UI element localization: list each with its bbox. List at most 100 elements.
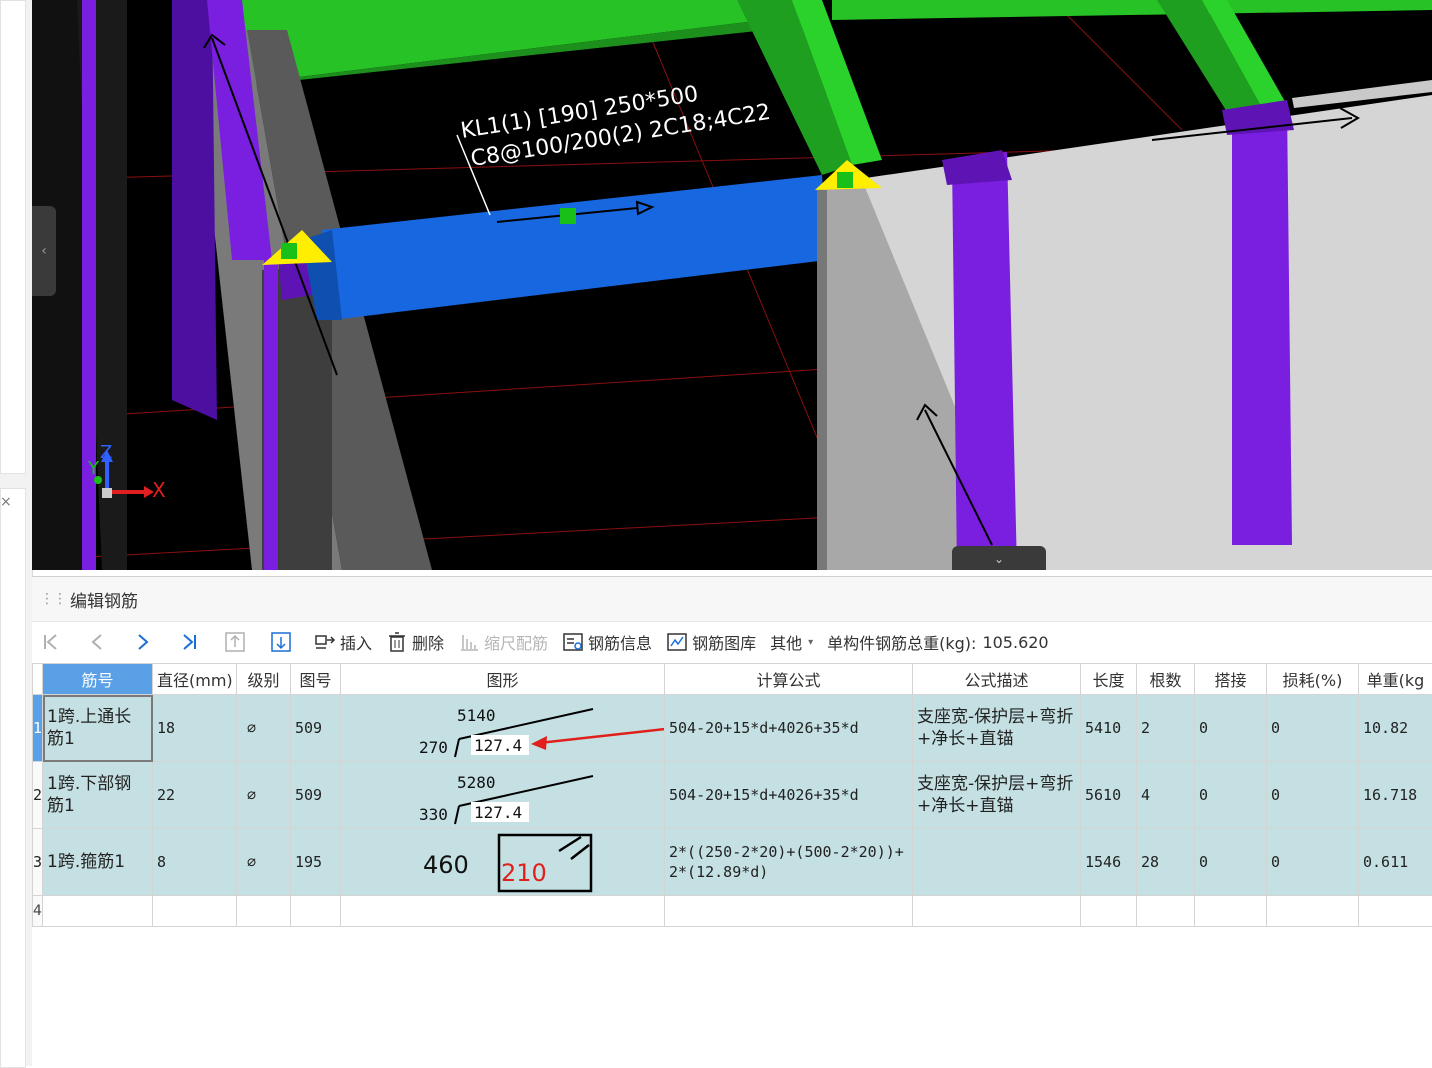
table-row[interactable]: 1 1跨.上通长筋1 18 ⌀ 509 5140 270 127.4 504-2… — [33, 695, 1432, 762]
cell-unit-weight[interactable]: 10.82 — [1359, 695, 1432, 762]
other-label: 其他 — [770, 630, 802, 654]
table-row-empty[interactable]: 4 — [33, 896, 1432, 927]
cell-fig-no[interactable]: 509 — [291, 695, 341, 762]
cell-bar-name[interactable]: 1跨.下部钢筋1 — [43, 762, 153, 829]
cell-unit-weight[interactable]: 0.611 — [1359, 829, 1432, 896]
header-lap[interactable]: 搭接 — [1195, 664, 1267, 695]
delete-button[interactable]: 删除 — [386, 630, 444, 654]
insert-button[interactable]: 插入 — [314, 630, 372, 654]
axis-y-label: Y — [87, 458, 100, 479]
cell-formula[interactable]: 504-20+15*d+4026+35*d — [665, 695, 913, 762]
row-number[interactable]: 1 — [33, 695, 43, 762]
insert-row-icon — [314, 631, 336, 653]
cell-length[interactable]: 1546 — [1081, 829, 1137, 896]
cell-diameter[interactable]: 8 — [153, 829, 237, 896]
empty-cell[interactable] — [1081, 896, 1137, 927]
cell-lap[interactable]: 0 — [1195, 829, 1267, 896]
cell-bar-name[interactable]: 1跨.上通长筋1 — [43, 695, 153, 762]
rebar-info-button[interactable]: 钢筋信息 — [562, 630, 652, 654]
cell-count[interactable]: 4 — [1137, 762, 1195, 829]
table-row[interactable]: 3 1跨.箍筋1 8 ⌀ 195 460 210 2*((250-2*20)+(… — [33, 829, 1432, 896]
cell-loss[interactable]: 0 — [1267, 695, 1359, 762]
cell-fig-no[interactable]: 195 — [291, 829, 341, 896]
first-record-button[interactable] — [38, 629, 64, 655]
cell-shape[interactable]: 5280 330 127.4 — [341, 762, 665, 829]
cell-shape[interactable]: 460 210 — [341, 829, 665, 896]
empty-cell[interactable] — [153, 896, 237, 927]
collapse-left-panel-tab[interactable]: ‹ — [32, 206, 56, 296]
cell-loss[interactable]: 0 — [1267, 762, 1359, 829]
empty-cell[interactable] — [43, 896, 153, 927]
panel-titlebar[interactable]: ⋮⋮ 编辑钢筋 — [32, 577, 1432, 622]
caret-down-icon: ▾ — [808, 637, 813, 648]
other-menu-button[interactable]: 其他 ▾ — [770, 630, 813, 654]
move-down-button[interactable] — [268, 629, 294, 655]
cell-diameter[interactable]: 22 — [153, 762, 237, 829]
header-description[interactable]: 公式描述 — [913, 664, 1081, 695]
cell-length[interactable]: 5610 — [1081, 762, 1137, 829]
table-row[interactable]: 2 1跨.下部钢筋1 22 ⌀ 509 5280 330 127.4 504-2… — [33, 762, 1432, 829]
first-record-icon — [42, 633, 60, 651]
row-number[interactable]: 2 — [33, 762, 43, 829]
empty-cell[interactable] — [1137, 896, 1195, 927]
shape-top-dimension: 5140 — [457, 706, 496, 725]
insert-label: 插入 — [340, 630, 372, 654]
empty-cell[interactable] — [341, 896, 665, 927]
3d-viewport[interactable]: KL1(1) [190] 250*500 C8@100/200(2) 2C18;… — [32, 0, 1432, 570]
collapse-bottom-panel-tab[interactable]: ⌄ — [952, 546, 1046, 570]
empty-cell[interactable] — [291, 896, 341, 927]
rebar-library-button[interactable]: 钢筋图库 — [666, 630, 756, 654]
header-diameter[interactable]: 直径(mm) — [153, 664, 237, 695]
axis-z-label: Z — [100, 442, 112, 463]
header-formula[interactable]: 计算公式 — [665, 664, 913, 695]
left-pane-close-icon[interactable]: × — [0, 494, 12, 510]
empty-cell[interactable] — [665, 896, 913, 927]
header-shape[interactable]: 图形 — [341, 664, 665, 695]
header-grade[interactable]: 级别 — [237, 664, 291, 695]
cell-lap[interactable]: 0 — [1195, 695, 1267, 762]
cell-count[interactable]: 2 — [1137, 695, 1195, 762]
previous-record-button[interactable] — [84, 629, 110, 655]
header-loss[interactable]: 损耗(%) — [1267, 664, 1359, 695]
shape-top-dimension: 5280 — [457, 773, 496, 792]
cell-count[interactable]: 28 — [1137, 829, 1195, 896]
drag-grip-icon[interactable]: ⋮⋮ — [40, 591, 54, 607]
empty-cell[interactable] — [1195, 896, 1267, 927]
header-unit-weight[interactable]: 单重(kg — [1359, 664, 1432, 695]
3d-model-canvas[interactable]: KL1(1) [190] 250*500 C8@100/200(2) 2C18;… — [32, 0, 1432, 570]
next-record-icon — [134, 633, 152, 651]
header-bar-no[interactable]: 筋号 — [43, 664, 153, 695]
empty-cell[interactable] — [1267, 896, 1359, 927]
row-number[interactable]: 3 — [33, 829, 43, 896]
cell-fig-no[interactable]: 509 — [291, 762, 341, 829]
cell-description[interactable]: 支座宽-保护层+弯折+净长+直锚 — [913, 762, 1081, 829]
move-up-button[interactable] — [222, 629, 248, 655]
cell-formula[interactable]: 504-20+15*d+4026+35*d — [665, 762, 913, 829]
row-number[interactable]: 4 — [33, 896, 43, 927]
empty-cell[interactable] — [237, 896, 291, 927]
axis-x-label: X — [152, 478, 166, 502]
scale-rebar-icon — [458, 631, 480, 653]
cell-shape[interactable]: 5140 270 127.4 — [341, 695, 665, 762]
cell-length[interactable]: 5410 — [1081, 695, 1137, 762]
last-record-button[interactable] — [176, 629, 202, 655]
scale-rebar-button[interactable]: 缩尺配筋 — [458, 630, 548, 654]
cell-description[interactable]: 支座宽-保护层+弯折+净长+直锚 — [913, 695, 1081, 762]
cell-grade[interactable]: ⌀ — [237, 695, 291, 762]
cell-loss[interactable]: 0 — [1267, 829, 1359, 896]
cell-description[interactable] — [913, 829, 1081, 896]
total-weight-value: 105.620 — [982, 633, 1048, 652]
empty-cell[interactable] — [1359, 896, 1432, 927]
header-length[interactable]: 长度 — [1081, 664, 1137, 695]
empty-cell[interactable] — [913, 896, 1081, 927]
header-fig-no[interactable]: 图号 — [291, 664, 341, 695]
next-record-button[interactable] — [130, 629, 156, 655]
cell-grade[interactable]: ⌀ — [237, 829, 291, 896]
cell-lap[interactable]: 0 — [1195, 762, 1267, 829]
cell-unit-weight[interactable]: 16.718 — [1359, 762, 1432, 829]
cell-grade[interactable]: ⌀ — [237, 762, 291, 829]
cell-formula[interactable]: 2*((250-2*20)+(500-2*20))+2*(12.89*d) — [665, 829, 913, 896]
cell-bar-name[interactable]: 1跨.箍筋1 — [43, 829, 153, 896]
cell-diameter[interactable]: 18 — [153, 695, 237, 762]
header-count[interactable]: 根数 — [1137, 664, 1195, 695]
